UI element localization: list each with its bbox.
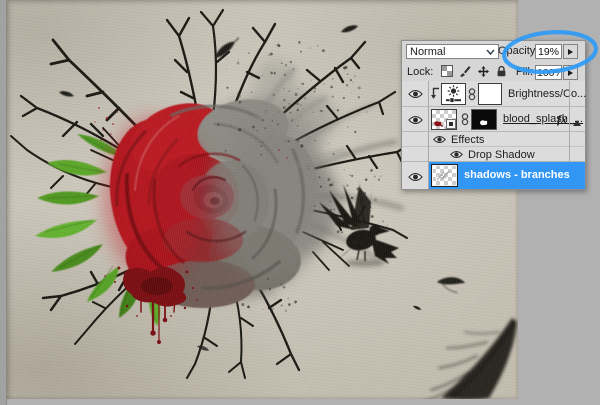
arrow-column-divider [569, 81, 570, 162]
layer-mask-thumbnail[interactable] [471, 109, 497, 130]
fill-label: Fill: [498, 65, 533, 80]
right-arrow-icon [568, 49, 573, 55]
layer-row-blood-splash[interactable]: blood_splash_... fx [402, 107, 585, 132]
layer-name[interactable]: shadows - branches [464, 169, 570, 181]
move-icon [477, 65, 490, 78]
fx-badge-icon[interactable]: fx [557, 112, 567, 127]
adjustment-thumbnail[interactable] [441, 83, 466, 105]
brush-icon [459, 65, 471, 77]
blend-mode-value: Normal [410, 46, 486, 58]
smart-object-thumbnail[interactable] [431, 109, 457, 130]
lock-image-pixels-button[interactable] [458, 64, 472, 78]
corner-feather [423, 318, 517, 399]
checkerboard-icon [441, 65, 453, 77]
brightness-contrast-icon [442, 84, 465, 104]
visibility-toggle[interactable] [406, 87, 425, 101]
lock-label: Lock: [407, 65, 433, 80]
visibility-toggle[interactable] [432, 134, 447, 145]
layers-panel: Normal Opacity: Lock: [401, 40, 586, 190]
effects-label: Effects [451, 134, 484, 146]
lock-transparent-pixels-button[interactable] [440, 64, 454, 78]
chevron-down-icon [486, 49, 495, 55]
triangle-up-icon [573, 120, 581, 126]
link-icon [468, 88, 476, 101]
eye-icon [408, 172, 423, 182]
drop-shadow-label: Drop Shadow [468, 149, 535, 161]
layer-row-shadows-branches[interactable]: shadows - branches [402, 162, 585, 189]
layer-thumbnail[interactable] [431, 164, 458, 187]
opacity-input[interactable] [535, 44, 562, 59]
fill-input[interactable] [535, 65, 562, 80]
eye-icon [433, 135, 446, 144]
lock-position-button[interactable] [476, 64, 490, 78]
visibility-toggle[interactable] [406, 113, 425, 127]
link-icon [461, 113, 469, 126]
layer-mask-thumbnail[interactable] [478, 83, 502, 105]
photoshop-workspace: { "colors": { "selection_blue": "#3296f5… [0, 0, 600, 405]
collapse-effects-button[interactable] [571, 116, 583, 130]
workspace-left-strip [0, 0, 7, 405]
opacity-label: Opacity: [498, 44, 533, 59]
opacity-spinner-button[interactable] [563, 44, 578, 59]
fill-spinner-button[interactable] [563, 65, 578, 80]
layer-list: Brightness/Co... [402, 81, 585, 189]
eye-column-divider [428, 81, 429, 189]
eye-icon [408, 115, 423, 125]
blend-mode-select[interactable]: Normal [406, 44, 499, 59]
drop-shadow-row[interactable]: Drop Shadow [402, 147, 585, 162]
layer-name[interactable]: Brightness/Co... [508, 88, 586, 100]
clipping-mask-icon [430, 87, 440, 100]
visibility-toggle[interactable] [449, 149, 464, 160]
eye-icon [408, 89, 423, 99]
effects-row[interactable]: Effects [402, 132, 585, 147]
smart-object-badge-icon [446, 119, 456, 129]
mask-splash-mini [472, 110, 496, 129]
visibility-toggle[interactable] [406, 170, 425, 184]
right-arrow-icon [568, 70, 573, 76]
shadow-branches-mini [432, 165, 457, 186]
eye-icon [450, 150, 463, 159]
layer-row-brightness-contrast[interactable]: Brightness/Co... [402, 81, 585, 107]
